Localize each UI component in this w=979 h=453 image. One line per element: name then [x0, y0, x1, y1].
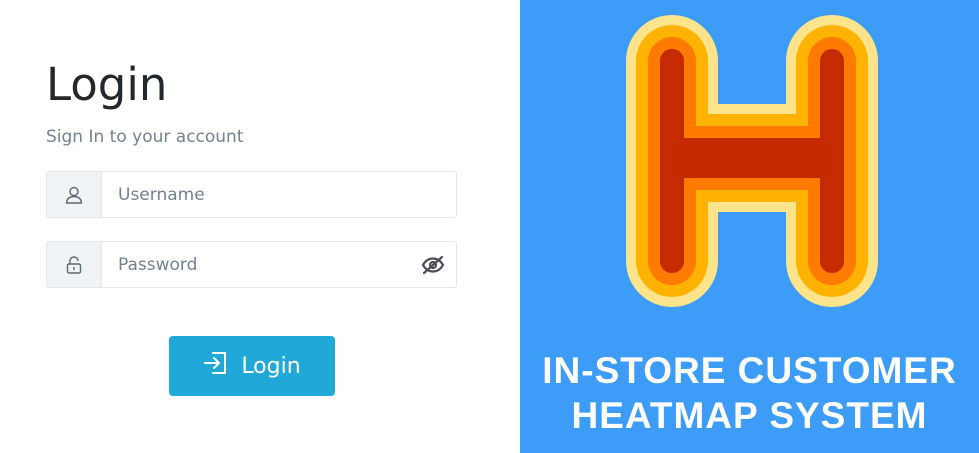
h-logo	[624, 13, 880, 313]
login-page: Login Sign In to your account Username L…	[0, 0, 979, 453]
username-group	[46, 171, 457, 218]
lock-icon	[65, 255, 83, 275]
login-panel: Login Sign In to your account Username L…	[0, 0, 520, 453]
user-icon	[64, 185, 84, 205]
password-prepend	[46, 241, 101, 288]
username-prepend	[46, 171, 101, 218]
login-button-label: Login	[241, 353, 301, 379]
password-input[interactable]	[101, 241, 457, 288]
sign-in-icon	[203, 350, 229, 382]
brand-title-line1: IN-STORE CUSTOMER	[542, 350, 957, 391]
page-subtitle: Sign In to your account	[46, 127, 244, 147]
login-button[interactable]: Login	[169, 336, 335, 396]
brand-panel: IN-STORE CUSTOMER HEATMAP SYSTEM	[520, 0, 979, 453]
brand-title-line2: HEATMAP SYSTEM	[571, 395, 928, 436]
password-group	[46, 241, 457, 288]
username-input[interactable]	[101, 171, 457, 218]
page-title: Login	[46, 58, 168, 111]
eye-slash-icon[interactable]	[421, 253, 445, 277]
